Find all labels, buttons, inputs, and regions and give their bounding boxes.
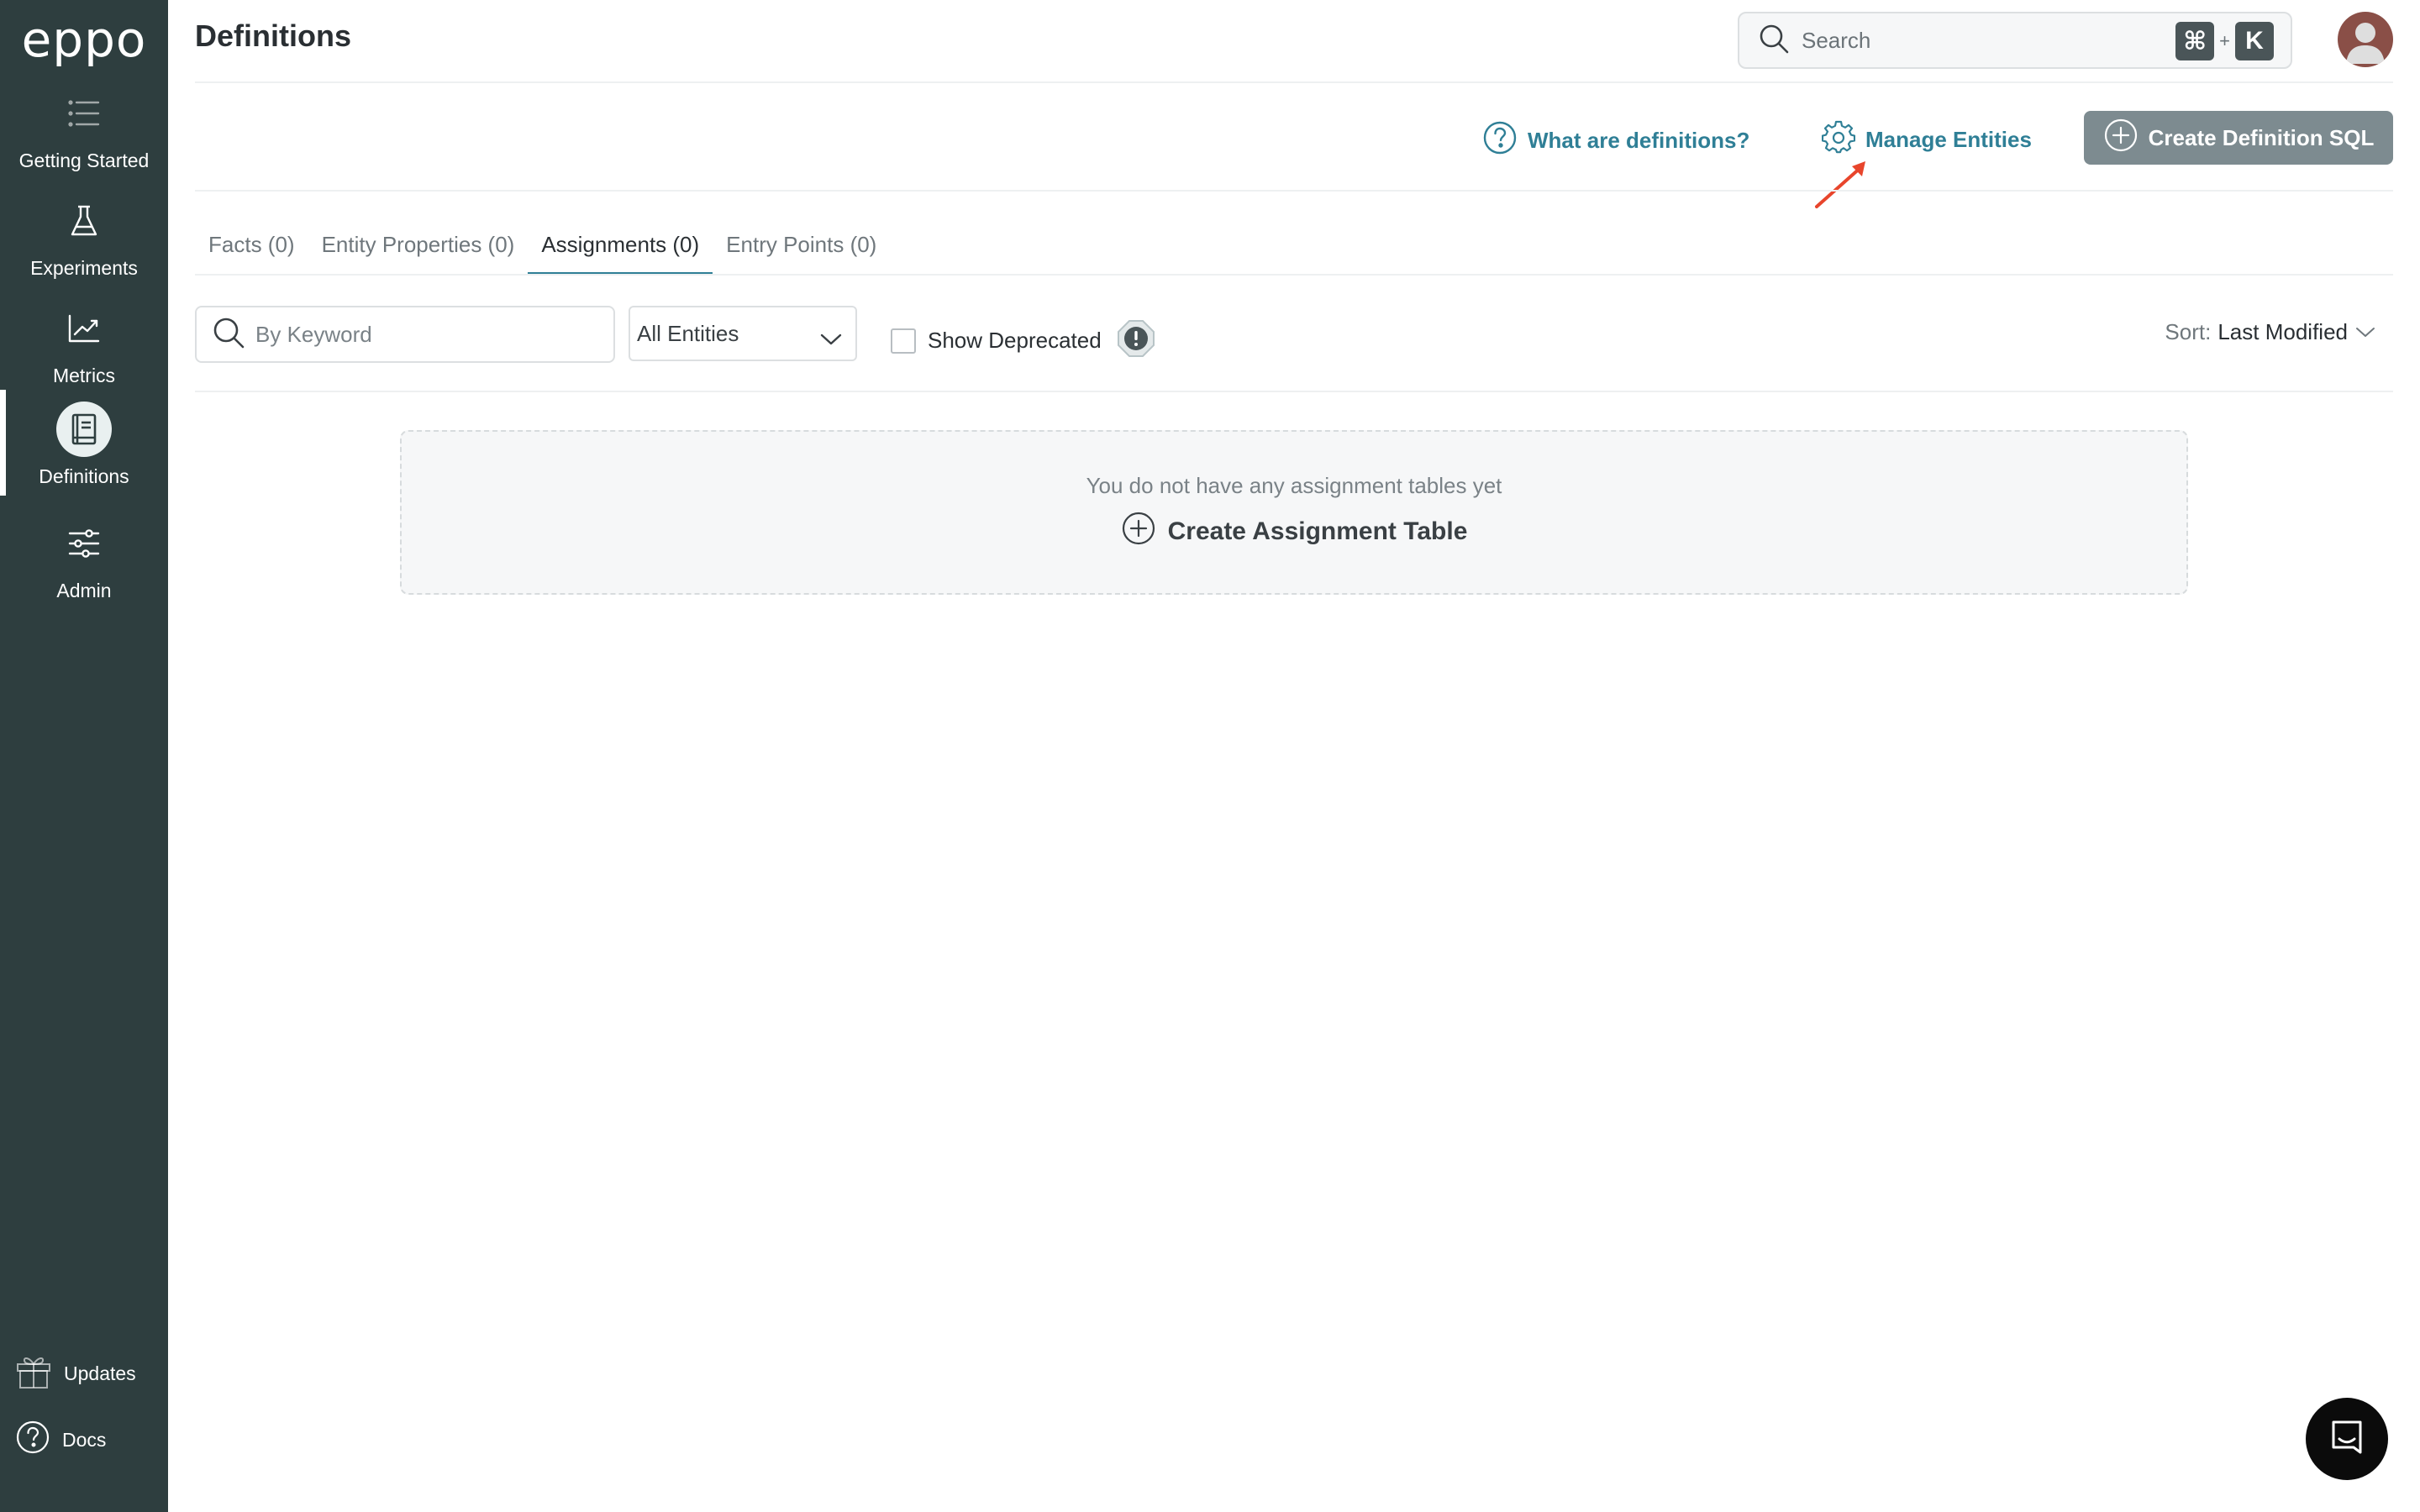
sidebar-item-getting-started[interactable]: Getting Started (0, 86, 168, 193)
create-assignment-table-button[interactable]: Create Assignment Table (1121, 511, 1468, 553)
global-search[interactable]: Search ⌘ + K (1738, 12, 2292, 69)
keyboard-shortcut: ⌘ + K (2175, 22, 2274, 60)
entity-select-value: All Entities (637, 320, 739, 346)
tab-entity-properties[interactable]: Entity Properties (0) (308, 220, 529, 276)
sidebar-item-admin[interactable]: Admin (0, 516, 168, 623)
cmd-key: ⌘ (2175, 22, 2215, 60)
updates-label: Updates (64, 1362, 136, 1384)
show-deprecated-checkbox[interactable] (891, 328, 916, 354)
create-assignment-label: Create Assignment Table (1167, 517, 1468, 545)
tab-entry-points[interactable]: Entry Points (0) (713, 220, 890, 276)
sidebar-item-label: Metrics (52, 365, 116, 386)
create-button-label: Create Definition SQL (2148, 124, 2375, 150)
header-divider (195, 81, 2393, 83)
docs-label: Docs (62, 1428, 107, 1451)
chevron-down-icon (820, 326, 842, 352)
help-circle-icon (15, 1420, 50, 1460)
question-circle-icon (1482, 120, 1518, 161)
flask-icon (56, 193, 112, 249)
sidebar-item-metrics[interactable]: Metrics (0, 301, 168, 408)
action-divider (195, 190, 2393, 192)
plus-circle-icon (1121, 511, 1156, 553)
chat-icon (2328, 1419, 2365, 1460)
tabs-divider (195, 274, 2393, 276)
docs-link[interactable]: Docs (15, 1420, 106, 1460)
list-icon (56, 86, 112, 141)
search-icon (1758, 23, 1790, 59)
definition-tabs: Facts (0) Entity Properties (0) Assignme… (195, 220, 890, 276)
sidebar-item-experiments[interactable]: Experiments (0, 193, 168, 301)
keyword-search-field[interactable] (195, 306, 615, 363)
filters-divider (195, 391, 2393, 392)
manage-entities-label: Manage Entities (1865, 127, 2032, 152)
search-icon (212, 316, 245, 354)
help-link-label: What are definitions? (1528, 128, 1750, 153)
sliders-icon (56, 516, 112, 571)
show-deprecated-toggle[interactable]: Show Deprecated (891, 319, 1155, 362)
sort-value: Last Modified (2217, 319, 2348, 344)
plus-circle-icon (2103, 118, 2139, 159)
k-key: K (2235, 22, 2274, 60)
trend-chart-icon (56, 301, 112, 356)
empty-state-message: You do not have any assignment tables ye… (1086, 472, 1502, 498)
empty-state-card: You do not have any assignment tables ye… (400, 430, 2188, 595)
user-silhouette-icon (2346, 23, 2385, 64)
sidebar: eppo Getting Started Experiments Metrics… (0, 0, 168, 1512)
book-icon (56, 402, 112, 457)
gift-icon (15, 1352, 52, 1394)
tab-assignments[interactable]: Assignments (0) (528, 220, 713, 276)
updates-link[interactable]: Updates (15, 1352, 136, 1394)
sidebar-item-label: Admin (56, 580, 112, 601)
tab-facts[interactable]: Facts (0) (195, 220, 308, 276)
entity-select[interactable]: All Entities (629, 306, 857, 361)
keyword-input[interactable] (255, 321, 608, 348)
eppo-logo[interactable]: eppo (15, 11, 153, 68)
what-are-definitions-link[interactable]: What are definitions? (1482, 120, 1749, 161)
alert-octagon-icon[interactable] (1117, 319, 1155, 362)
create-definition-sql-button[interactable]: Create Definition SQL (2084, 111, 2393, 165)
shortcut-plus: + (2219, 30, 2230, 51)
sort-dropdown[interactable]: Sort: Last Modified (2165, 319, 2376, 345)
search-placeholder: Search (1802, 27, 1871, 53)
annotation-arrow (1815, 161, 1865, 208)
page-title: Definitions (195, 18, 351, 53)
sidebar-item-label: Experiments (30, 257, 138, 279)
sidebar-item-label: Getting Started (18, 150, 150, 171)
show-deprecated-label: Show Deprecated (928, 328, 1102, 353)
sort-label: Sort: (2165, 319, 2212, 344)
sidebar-item-definitions[interactable]: Definitions (0, 390, 168, 509)
sidebar-item-label: Definitions (39, 465, 129, 487)
chevron-down-icon (2354, 319, 2376, 345)
user-avatar[interactable] (2338, 12, 2393, 67)
logo-text: eppo (21, 11, 147, 68)
chat-launcher-button[interactable] (2306, 1398, 2388, 1480)
manage-entities-link[interactable]: Manage Entities (1821, 120, 2032, 160)
gear-icon (1821, 120, 1856, 160)
